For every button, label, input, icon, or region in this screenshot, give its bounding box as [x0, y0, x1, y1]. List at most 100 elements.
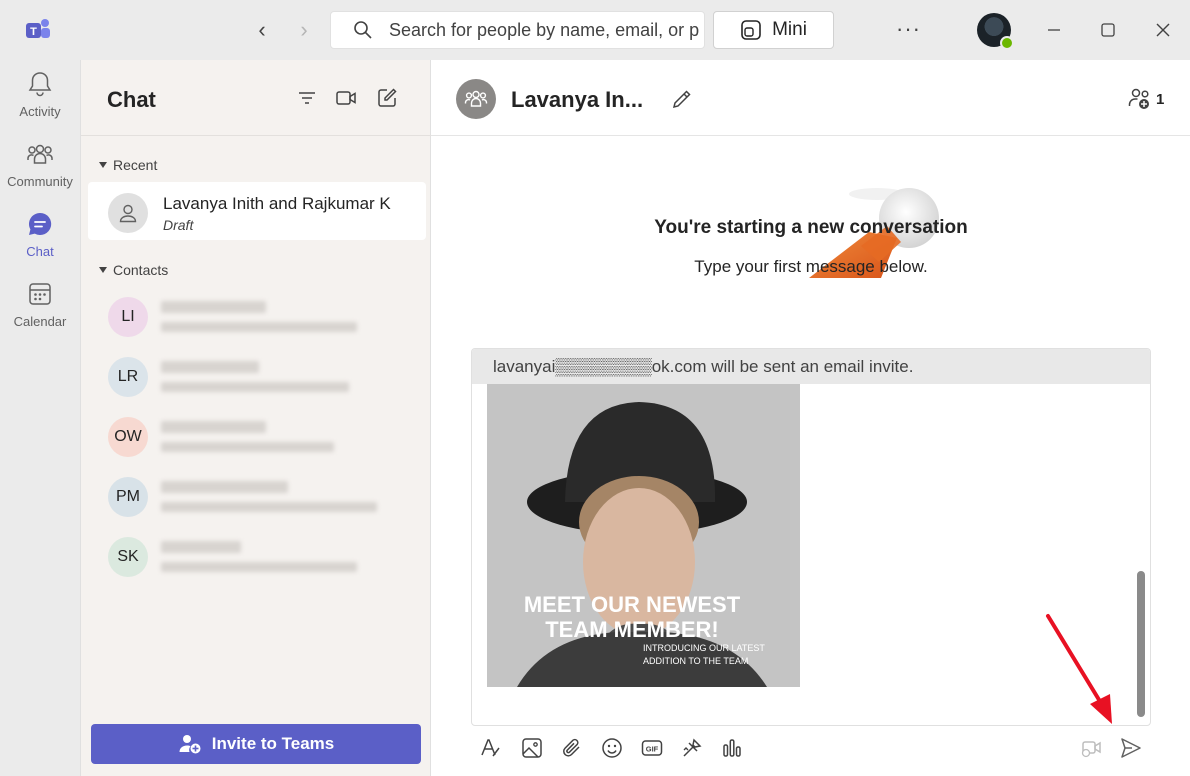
filter-icon[interactable] [296, 87, 318, 109]
redacted-email [161, 382, 349, 392]
welcome-title: You're starting a new conversation [654, 217, 968, 238]
contact-avatar: PM [108, 477, 148, 517]
mini-label: Mini [772, 19, 807, 40]
search-box[interactable] [330, 11, 705, 49]
svg-text:GIF: GIF [646, 745, 659, 754]
recent-chat-status: Draft [163, 217, 194, 233]
mini-button[interactable]: Mini [713, 11, 834, 49]
contact-avatar: LR [108, 357, 148, 397]
caret-down-icon [99, 162, 107, 168]
conversation-title: Lavanya In... [511, 87, 644, 112]
contact-item[interactable]: SK [88, 526, 426, 586]
emoji-icon[interactable] [600, 736, 624, 760]
minimize-icon[interactable] [1040, 16, 1068, 44]
group-avatar-icon [456, 79, 496, 119]
rail-label-community: Community [7, 174, 73, 189]
welcome-subtitle: Type your first message below. [694, 257, 928, 276]
edit-pencil-icon[interactable] [671, 88, 693, 110]
presence-available-icon [1000, 36, 1014, 50]
profile-avatar[interactable] [977, 13, 1014, 50]
format-text-icon[interactable] [478, 736, 502, 760]
redacted-email [161, 562, 357, 572]
community-icon [27, 144, 53, 164]
contact-item[interactable]: OW [88, 406, 426, 466]
poll-icon[interactable] [720, 736, 744, 760]
new-chat-icon[interactable] [376, 87, 398, 109]
redacted-name [161, 481, 288, 493]
video-clip-icon[interactable] [1080, 736, 1104, 760]
rail-label-activity: Activity [19, 104, 61, 119]
redacted-name [161, 541, 241, 553]
contact-item[interactable]: LI [88, 286, 426, 346]
redacted-name [161, 421, 266, 433]
contact-item[interactable]: PM [88, 466, 426, 526]
people-add-icon [1128, 88, 1149, 109]
contacts-section-label: Contacts [113, 262, 169, 278]
close-icon[interactable] [1149, 16, 1177, 44]
calendar-icon [29, 283, 51, 305]
attach-icon[interactable] [560, 736, 584, 760]
redacted-name [161, 361, 259, 373]
recent-chat-name: Lavanya Inith and Rajkumar K [163, 194, 391, 213]
chat-icon [28, 212, 52, 235]
invite-to-teams-button[interactable]: Invite to Teams [91, 724, 421, 764]
contact-avatar: OW [108, 417, 148, 457]
back-icon[interactable]: ‹ [250, 18, 274, 42]
bell-icon [28, 72, 52, 97]
image-icon[interactable] [520, 736, 544, 760]
redacted-email [161, 502, 377, 512]
more-options-icon[interactable]: ··· [896, 16, 921, 42]
contact-item[interactable]: LR [88, 346, 426, 406]
video-call-icon[interactable] [335, 87, 357, 109]
gif-icon[interactable]: GIF [640, 736, 664, 760]
rail-item-community[interactable]: Community [0, 140, 80, 200]
search-icon [354, 21, 372, 39]
send-icon[interactable] [1119, 736, 1143, 760]
contacts-section-toggle[interactable]: Contacts [99, 262, 168, 278]
caption-line-2: TEAM MEMBER! [545, 617, 719, 642]
email-invite-notice: lavanyai▒▒▒▒▒▒▒▒ok.com will be sent an e… [472, 349, 1150, 384]
participants-button[interactable]: 1 [1128, 87, 1164, 111]
chat-list-title: Chat [107, 87, 156, 112]
conversation-pane: Lavanya In... 1 You're starting a new co… [431, 60, 1190, 776]
rail-item-activity[interactable]: Activity [0, 70, 80, 130]
add-person-icon [179, 735, 201, 754]
contact-avatar: LI [108, 297, 148, 337]
redacted-email [161, 442, 334, 452]
app-rail: Activity Community Chat Calendar [0, 60, 80, 776]
chat-list-panel: Chat Recent Lavanya Inith and Rajkumar K… [80, 60, 431, 776]
image-caption-title: MEET OUR NEWEST TEAM MEMBER! [487, 592, 777, 642]
redacted-name [161, 301, 266, 313]
mini-window-icon [741, 20, 761, 40]
rail-label-chat: Chat [26, 244, 54, 259]
contact-avatar: SK [108, 537, 148, 577]
maximize-icon[interactable] [1094, 16, 1122, 44]
loop-component-icon[interactable] [680, 736, 704, 760]
participant-count: 1 [1156, 90, 1165, 108]
rail-label-calendar: Calendar [13, 314, 67, 329]
recent-section-toggle[interactable]: Recent [99, 157, 157, 173]
rail-item-calendar[interactable]: Calendar [0, 280, 80, 340]
caption-sub-line-1: INTRODUCING OUR LATEST [643, 643, 765, 653]
caret-down-icon [99, 267, 107, 273]
recent-chat-item[interactable]: Lavanya Inith and Rajkumar K Draft [88, 182, 426, 240]
teams-logo-icon: T [26, 19, 50, 38]
svg-text:T: T [30, 26, 37, 38]
caption-sub-line-2: ADDITION TO THE TEAM [643, 656, 749, 666]
forward-icon[interactable]: › [292, 18, 316, 42]
caption-line-1: MEET OUR NEWEST [523, 592, 741, 617]
attached-image[interactable]: MEET OUR NEWEST TEAM MEMBER! INTRODUCING… [487, 384, 800, 687]
redacted-email [161, 322, 357, 332]
rail-item-chat[interactable]: Chat [0, 210, 80, 270]
search-input[interactable] [389, 19, 699, 41]
chat-list-header: Chat [81, 60, 431, 136]
compose-scrollbar[interactable] [1137, 571, 1145, 717]
title-bar: T ‹ › Mini ··· [0, 0, 1190, 60]
person-avatar-icon [108, 193, 148, 233]
invite-to-teams-label: Invite to Teams [211, 734, 335, 753]
conversation-header: Lavanya In... 1 [431, 60, 1190, 136]
recent-section-label: Recent [113, 157, 158, 173]
image-caption-subtitle: INTRODUCING OUR LATEST ADDITION TO THE T… [643, 642, 765, 668]
compose-toolbar: GIF [476, 734, 1156, 764]
compose-box[interactable]: lavanyai▒▒▒▒▒▒▒▒ok.com will be sent an e… [471, 348, 1151, 726]
